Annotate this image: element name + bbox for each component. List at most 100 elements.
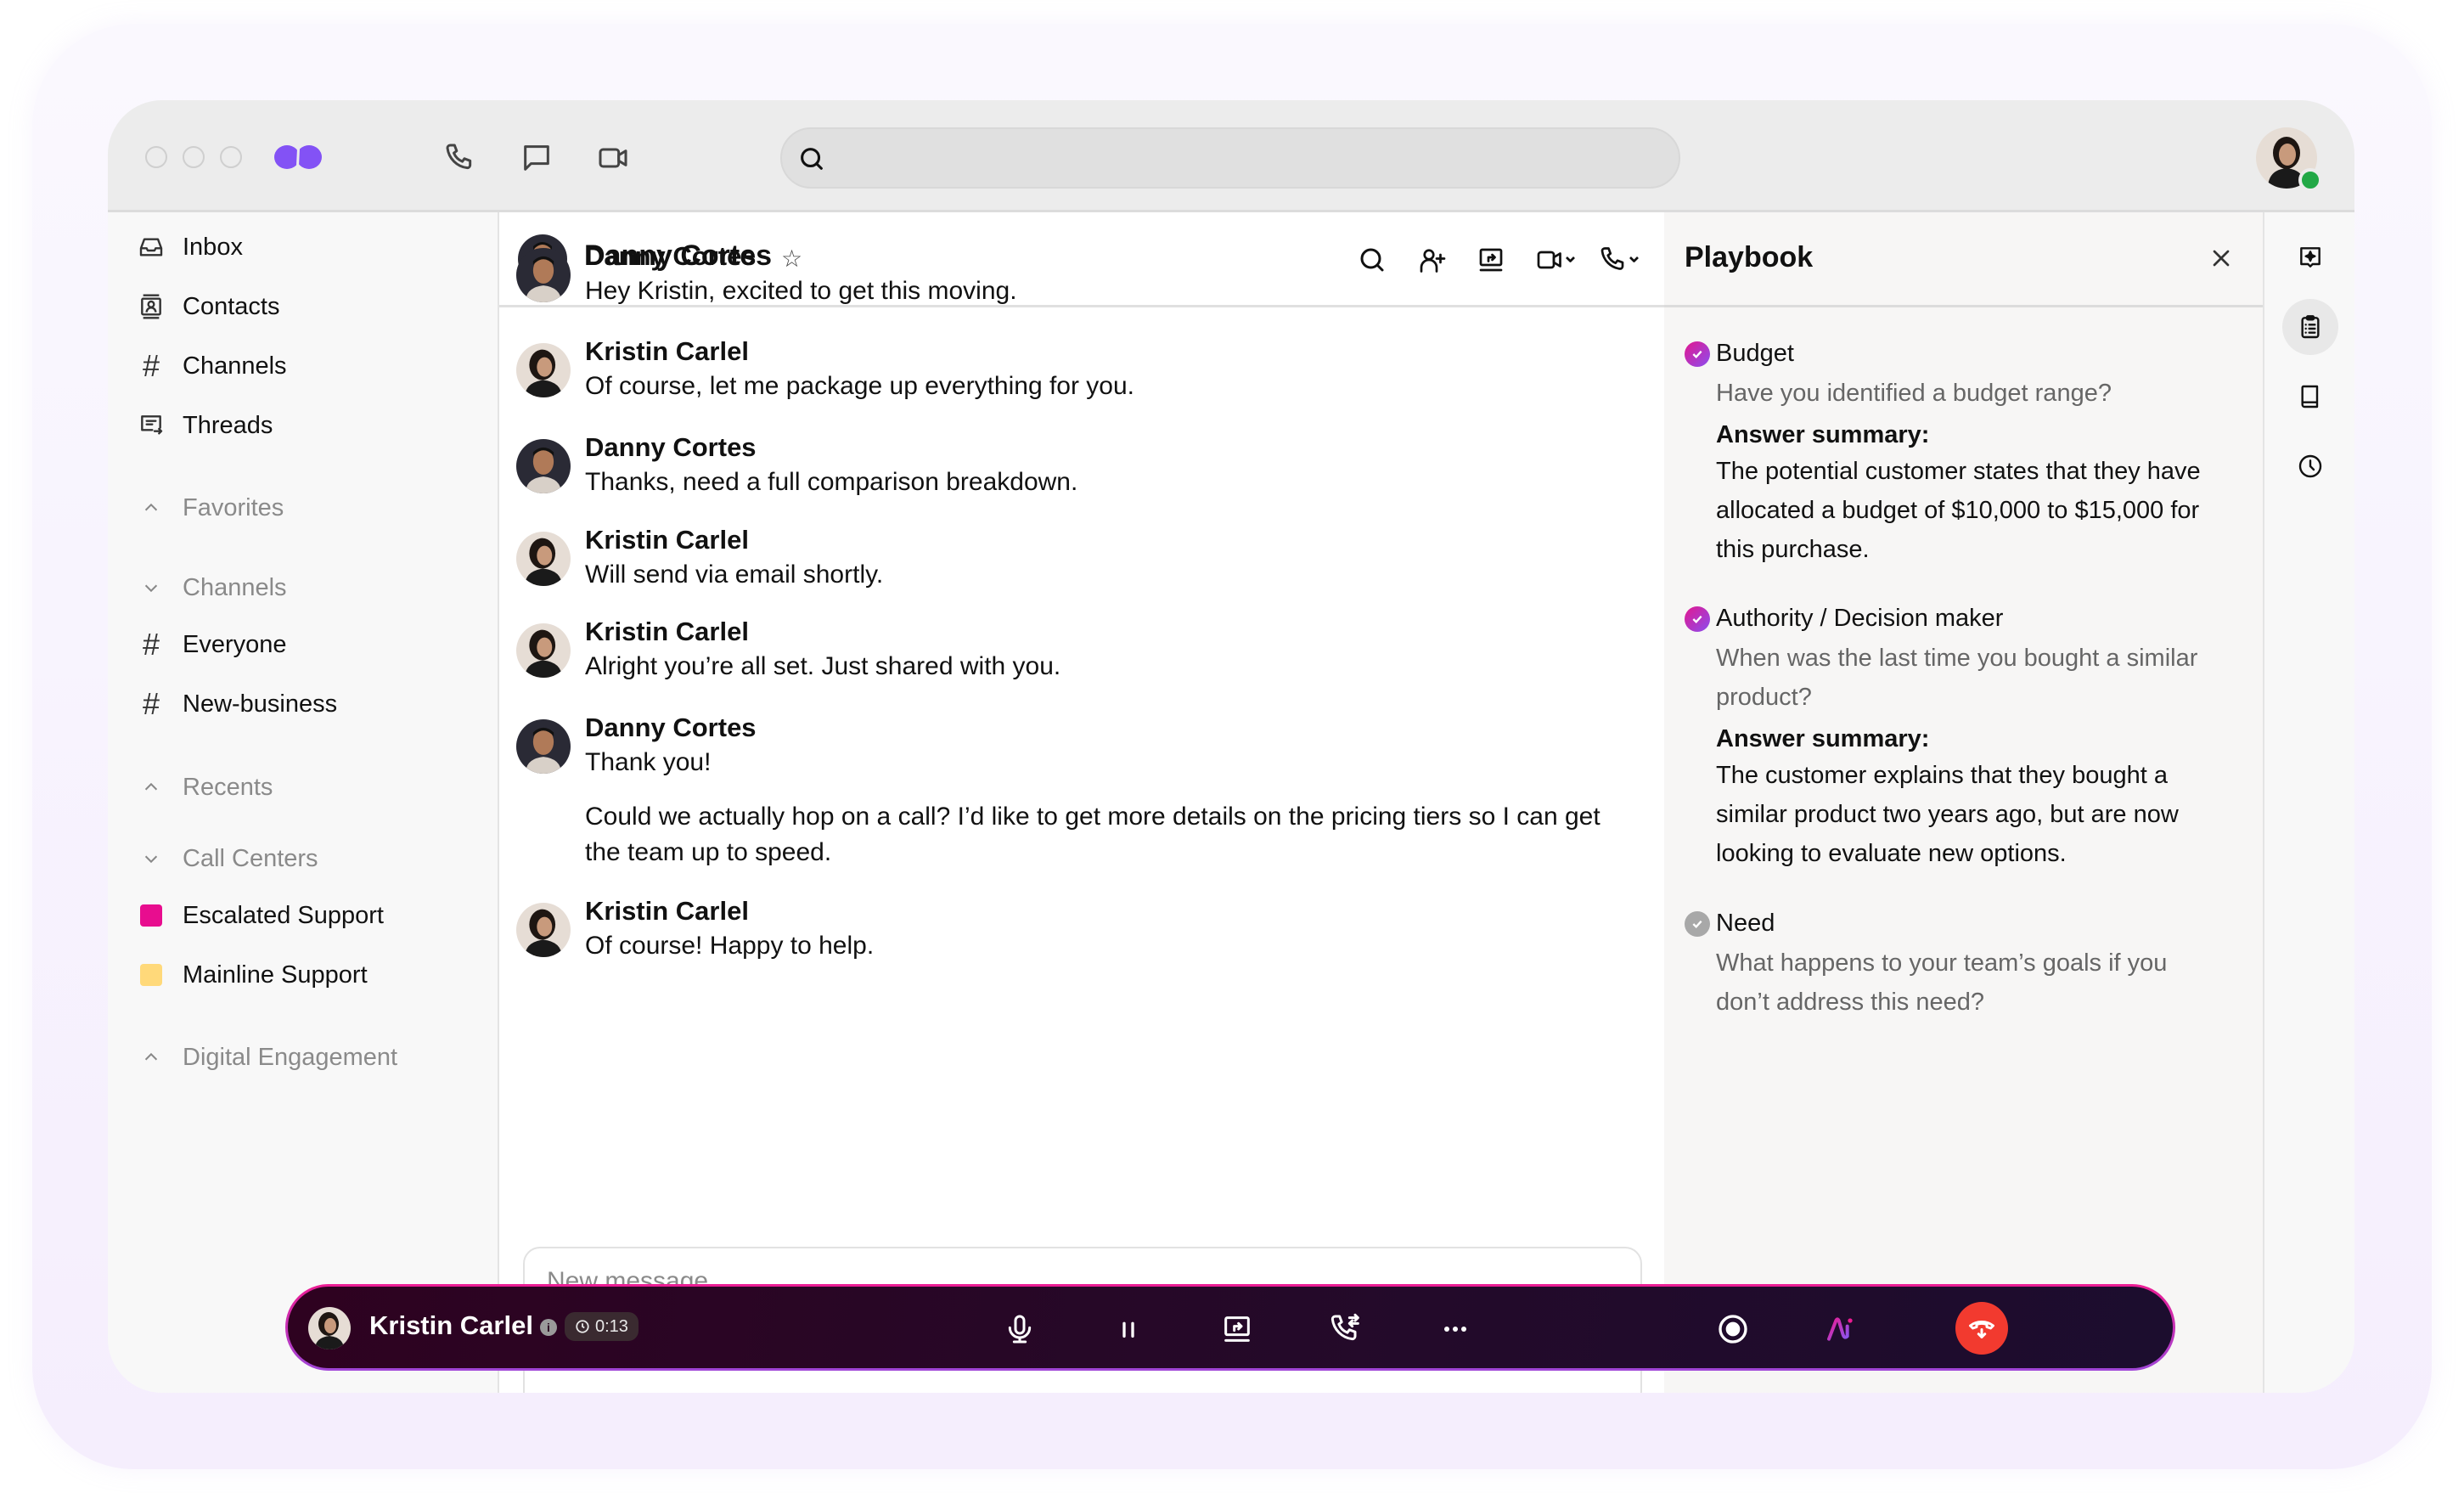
search-icon[interactable] [1357,245,1387,275]
ai-assist-icon [2300,247,2321,268]
sender-avatar[interactable] [516,623,571,678]
chat-pane: Danny Cortes ☆ Danny Cortes Hey Kristin, … [499,212,1664,1393]
app-window: Inbox Contacts # Channels Threads Favori… [108,100,2354,1393]
sender-avatar[interactable] [516,719,571,774]
answer-summary-text: The potential customer states that they … [1716,458,2201,563]
rail-playbook-button[interactable] [2282,299,2338,355]
message-text: Alright you’re all set. Just shared with… [585,652,1061,680]
online-status-indicator [2298,168,2322,192]
ai-icon[interactable] [1825,1312,1859,1346]
sidebar-item-contacts[interactable]: Contacts [137,285,279,328]
check-complete-icon [1685,606,1710,632]
chevron-up-icon [137,773,166,802]
chevron-down-icon [137,844,166,873]
hangup-button[interactable] [1955,1302,2008,1355]
active-call-bar: Kristin Carlel i 0:13 [285,1284,2175,1371]
window-close-button[interactable] [145,146,167,168]
sender-avatar[interactable] [516,532,571,586]
playbook-question: What happens to your team’s goals if you… [1716,949,2168,1016]
section-digital-engagement[interactable]: Digital Engagement [137,1036,397,1079]
rail-knowledge-button[interactable] [2282,369,2338,425]
close-icon[interactable] [2208,245,2235,272]
rail-ai-assist-button[interactable] [2282,229,2338,285]
sender-name: Kristin Carlel [585,525,749,555]
hash-icon: # [142,686,160,721]
message-text: Hey Kristin, excited to get this moving. [585,277,1017,305]
section-favorites[interactable]: Favorites [137,487,284,529]
timer-clock-icon [576,1320,589,1333]
sidebar-item-call-center[interactable]: Mainline Support [137,954,368,996]
message-text: Of course, let me package up everything … [585,372,1135,400]
brand-logo-icon [274,139,322,175]
window-maximize-button[interactable] [220,146,242,168]
sender-avatar[interactable] [516,439,571,493]
add-user-icon[interactable] [1416,245,1447,275]
call-timer: 0:13 [565,1312,639,1341]
sender-avatar[interactable] [516,343,571,397]
share-screen-icon[interactable] [1476,245,1506,275]
hold-icon[interactable] [1111,1312,1145,1346]
sidebar: Inbox Contacts # Channels Threads Favori… [108,212,499,1393]
sender-name: Danny Cortes [585,713,757,742]
more-icon[interactable] [1438,1312,1472,1346]
sidebar-item-channels[interactable]: # Channels [137,345,287,387]
section-label: Digital Engagement [183,1043,398,1071]
color-swatch [137,901,166,930]
playbook-panel: Playbook Budget Have you identified a bu… [1664,212,2263,1393]
window-minimize-button[interactable] [183,146,205,168]
hash-icon: # [142,627,160,662]
rail-history-button[interactable] [2282,438,2338,494]
check-complete-icon [1685,341,1710,367]
message-text: Of course! Happy to help. [585,932,875,960]
sender-name: Kristin Carlel [585,896,749,926]
info-icon[interactable]: i [540,1319,557,1336]
section-label: Recents [183,773,273,801]
answer-summary-heading: Answer summary: [1716,421,1930,448]
mute-icon[interactable] [1003,1312,1037,1346]
hangup-icon [1969,1321,1994,1338]
message-text: Will send via email shortly. [585,561,884,589]
sidebar-item-label: Channels [183,352,287,380]
message-text: Thank you! [585,748,712,776]
section-recents[interactable]: Recents [137,766,273,808]
sidebar-item-label: Inbox [183,233,243,261]
section-label: Channels [183,573,287,601]
section-call-centers[interactable]: Call Centers [137,837,318,880]
record-icon[interactable] [1716,1312,1750,1346]
sidebar-item-channel[interactable]: # Everyone [137,623,287,666]
color-swatch [137,961,166,989]
call-center-label: Mainline Support [183,961,368,989]
section-label: Favorites [183,493,284,521]
message-icon[interactable] [520,141,554,175]
video-dropdown-icon[interactable] [1535,245,1583,275]
sender-avatar[interactable] [516,248,571,302]
sender-name: Kristin Carlel [585,336,749,366]
history-clock-icon [2298,454,2322,478]
phone-icon[interactable] [443,141,477,175]
call-center-label: Escalated Support [183,901,384,929]
answer-summary-heading: Answer summary: [1716,725,1930,752]
search-icon [801,148,823,170]
sidebar-item-channel[interactable]: # New-business [137,683,337,725]
sidebar-item-label: Threads [183,411,273,439]
knowledge-book-icon [2301,385,2319,408]
favorite-star-icon[interactable]: ☆ [781,245,802,273]
video-icon[interactable] [596,141,630,175]
sidebar-item-call-center[interactable]: Escalated Support [137,894,384,937]
sidebar-item-threads[interactable]: Threads [137,404,273,447]
sidebar-item-inbox[interactable]: Inbox [137,226,243,268]
inbox-icon [137,233,166,262]
transfer-icon[interactable] [1330,1312,1364,1346]
caller-name: Kristin Carlel [369,1310,533,1340]
answer-summary-text: The customer explains that they bought a… [1716,762,2179,867]
title-bar [108,100,2354,212]
phone-dropdown-icon[interactable] [1599,245,1646,275]
section-channels[interactable]: Channels [137,566,287,609]
sender-avatar[interactable] [516,903,571,957]
channel-label: Everyone [183,630,287,658]
search-input[interactable] [780,127,1680,189]
sender-name: Kristin Carlel [585,617,749,646]
share-screen-icon[interactable] [1220,1312,1254,1346]
chevron-down-icon [137,573,166,602]
playbook-icon [2301,315,2320,339]
